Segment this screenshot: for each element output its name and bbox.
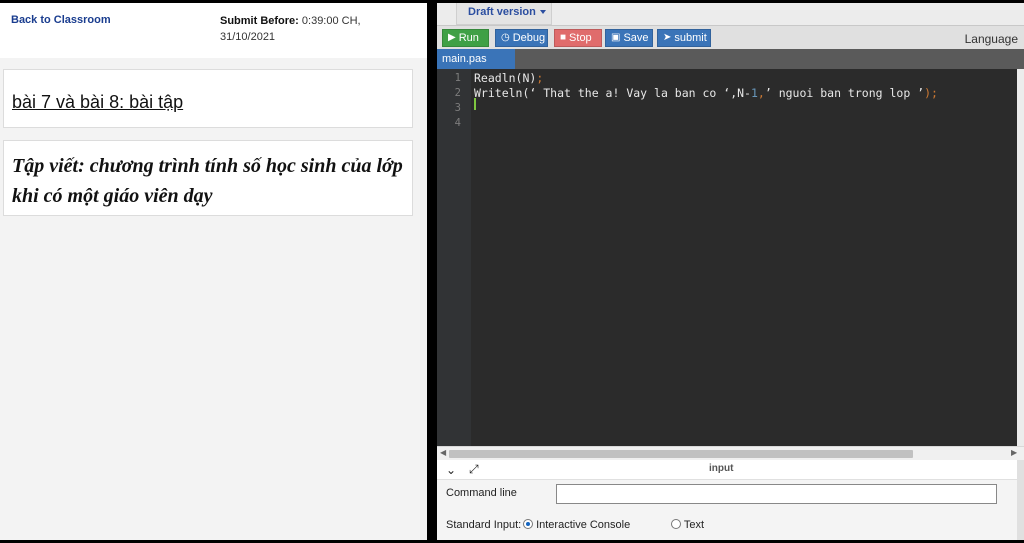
scroll-right-icon[interactable]: ▶ (1011, 448, 1017, 457)
task-description: Tập viết: chương trình tính số học sinh … (12, 155, 403, 207)
code-token: ’ nguoi ban trong lop ’ (764, 86, 925, 100)
lesson-title-card: bài 7 và bài 8: bài tập (3, 69, 413, 128)
file-tab-main[interactable]: main.pas (437, 49, 515, 69)
code-token: Writeln( (474, 86, 530, 100)
file-tab-bar: main.pas (437, 49, 1024, 69)
input-panel-title: input (709, 463, 734, 474)
save-button[interactable]: ▣ Save (605, 29, 653, 47)
line-number: 4 (454, 117, 461, 129)
submit-label: Submit Before: (220, 15, 299, 27)
input-panel: ⌄ ⤢ input Command line Standard Input: I… (437, 460, 1017, 540)
input-panel-scrollbar[interactable] (1017, 460, 1024, 540)
submit-time: 0:39:00 CH, (298, 15, 361, 27)
text-cursor (474, 98, 476, 110)
code-token: Readln(N) (474, 71, 537, 85)
chevron-down-icon[interactable]: ⌄ (446, 463, 456, 477)
scroll-left-icon[interactable]: ◀ (440, 448, 446, 457)
back-to-classroom-link[interactable]: Back to Classroom (11, 14, 111, 26)
input-panel-bar: ⌄ ⤢ input (437, 460, 1017, 480)
task-card: Tập viết: chương trình tính số học sinh … (3, 140, 413, 216)
code-token: , (757, 86, 765, 100)
debug-button[interactable]: ◷ Debug (495, 29, 548, 47)
radio-unselected-icon[interactable] (671, 519, 681, 529)
save-label: Save (623, 32, 649, 44)
problem-header: Back to Classroom Submit Before: 0:39:00… (0, 3, 427, 58)
code-token: ‘ That the a! Vay la ban co ‘ (529, 86, 731, 100)
line-number: 2 (454, 87, 461, 99)
line-number-gutter: 1 2 3 4 (437, 69, 471, 447)
draft-version-dropdown[interactable]: Draft version (456, 3, 552, 25)
code-token: 1 (750, 86, 758, 100)
command-line-input[interactable] (556, 484, 997, 504)
debug-label: Debug (512, 32, 546, 44)
run-label: Run (458, 32, 479, 44)
expand-icon[interactable]: ⤢ (469, 462, 479, 477)
stop-label: Stop (569, 32, 592, 44)
editor-pane: Draft version ▶ Run ◷ Debug ■ Stop ▣ Sav… (437, 3, 1024, 540)
code-line: Readln(N); (474, 71, 543, 85)
debug-icon: ◷ (501, 32, 510, 43)
command-line-label: Command line (446, 487, 517, 499)
text-option[interactable]: Text (671, 519, 704, 531)
language-label[interactable]: Language (965, 32, 1018, 46)
editor-vertical-scrollbar[interactable] (1017, 69, 1024, 447)
submit-date: 31/10/2021 (220, 31, 276, 43)
code-token: ); (924, 86, 938, 100)
text-option-label: Text (683, 519, 705, 531)
send-icon: ➤ (663, 32, 672, 43)
editor-horizontal-scrollbar[interactable]: ◀ ▶ (437, 446, 1024, 460)
lesson-title[interactable]: bài 7 và bài 8: bài tập (12, 92, 183, 113)
radio-selected-icon[interactable] (523, 519, 533, 529)
stop-icon: ■ (560, 32, 567, 43)
caret-down-icon (539, 10, 546, 15)
problem-pane: Back to Classroom Submit Before: 0:39:00… (0, 3, 427, 540)
play-icon: ▶ (448, 32, 456, 43)
code-token: ; (536, 71, 544, 85)
stop-button[interactable]: ■ Stop (554, 29, 602, 47)
scrollbar-thumb[interactable] (449, 450, 913, 458)
interactive-console-label: Interactive Console (536, 519, 631, 531)
standard-input-label: Standard Input: (446, 519, 522, 531)
run-button[interactable]: ▶ Run (442, 29, 489, 47)
toolbar: ▶ Run ◷ Debug ■ Stop ▣ Save ➤ submit Lan… (437, 25, 1024, 49)
code-token: ,N- (730, 86, 751, 100)
floppy-icon: ▣ (611, 32, 621, 43)
line-number: 3 (454, 102, 461, 114)
code-editor[interactable]: 1 2 3 4 Readln(N); Writeln(‘ That the a!… (437, 69, 1017, 447)
line-number: 1 (454, 72, 461, 84)
submit-deadline: Submit Before: 0:39:00 CH, 31/10/2021 (220, 13, 420, 45)
code-line: Writeln(‘ That the a! Vay la ban co ‘,N-… (474, 86, 938, 100)
submit-button[interactable]: ➤ submit (657, 29, 711, 47)
submit-label: submit (674, 32, 707, 44)
interactive-console-option[interactable]: Interactive Console (523, 519, 630, 531)
draft-version-label: Draft version (468, 6, 536, 18)
